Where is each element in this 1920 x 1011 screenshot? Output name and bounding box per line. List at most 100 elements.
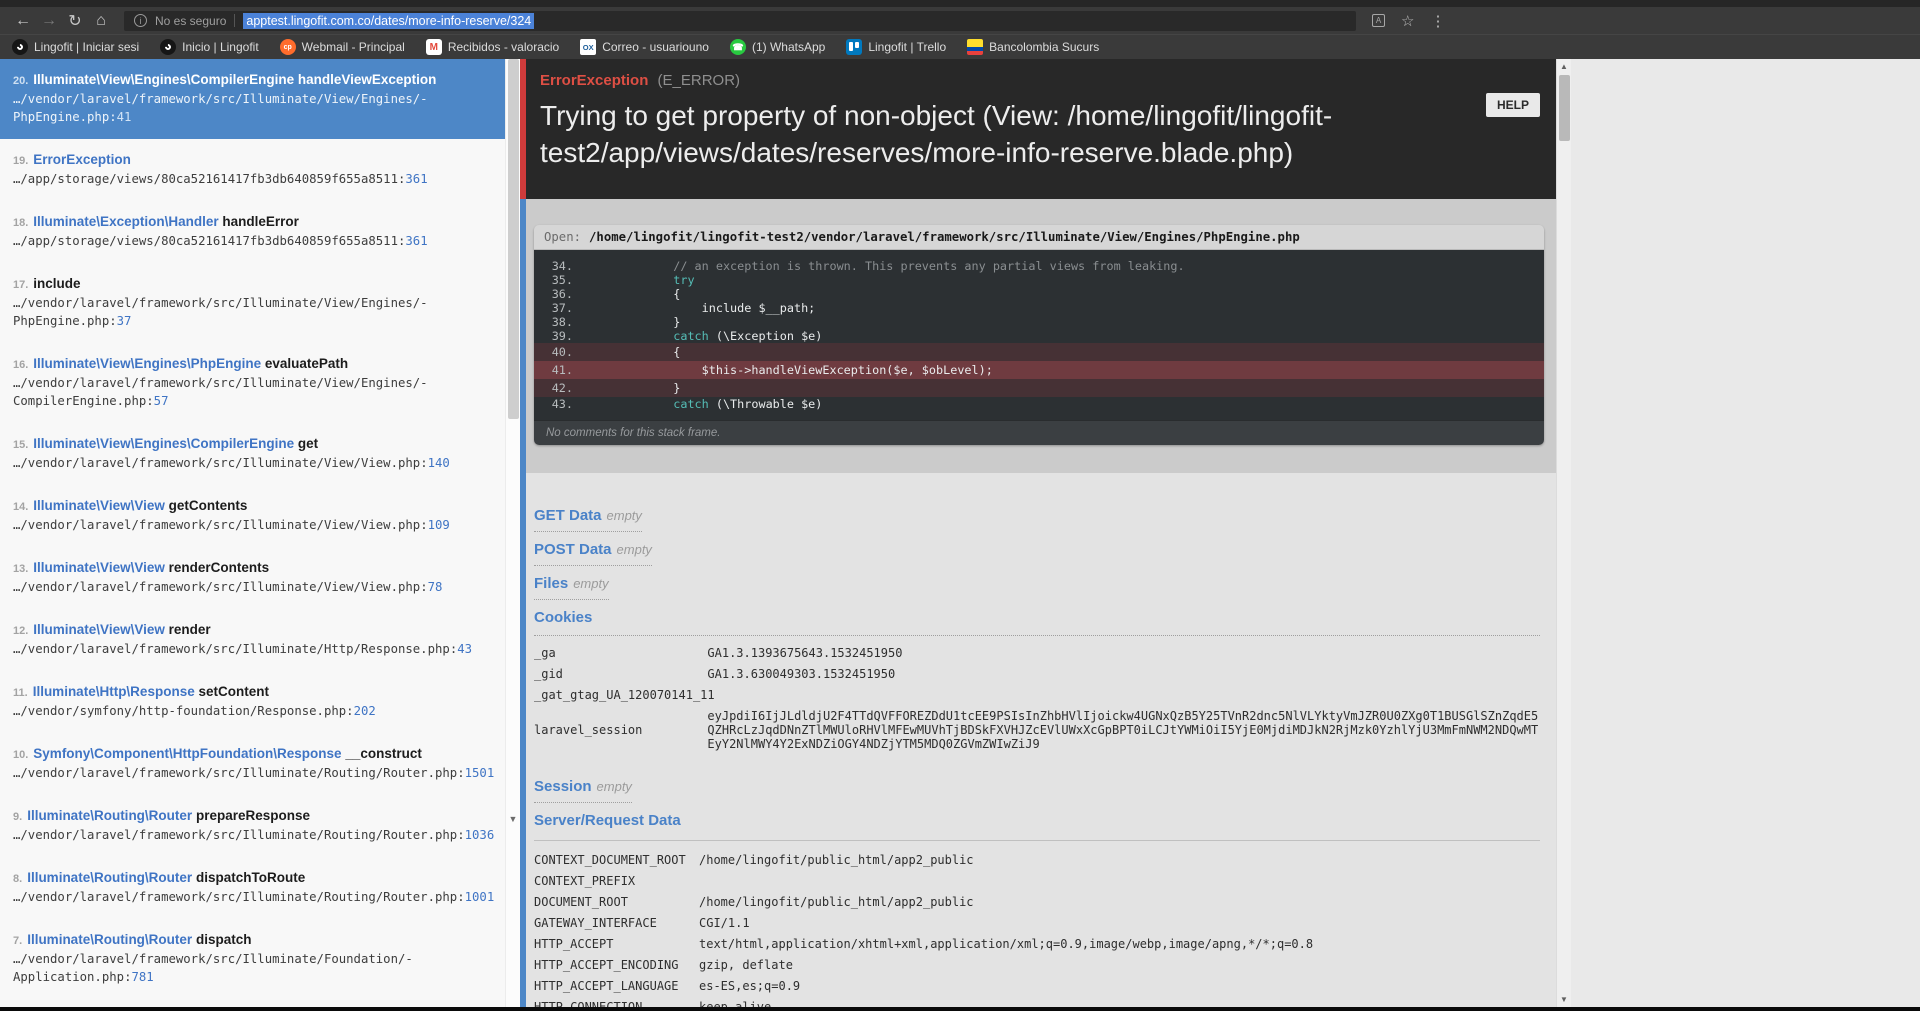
home-icon[interactable]: ⌂ (88, 12, 114, 30)
files-empty: empty (573, 576, 608, 591)
bookmark-item[interactable]: Lingofit | Trello (846, 39, 946, 55)
gmail-favicon: M (426, 39, 442, 55)
forward-icon[interactable]: → (36, 12, 62, 30)
code-container: Open:/home/lingofit/lingofit-test2/vendo… (534, 225, 1544, 445)
get-data-label: GET Data (534, 507, 602, 524)
main-scrollbar-thumb[interactable] (1559, 75, 1570, 141)
table-key: HTTP_ACCEPT_LANGUAGE (534, 975, 699, 996)
stack-frame[interactable]: 10.Symfony\Component\HttpFoundation\Resp… (0, 733, 505, 795)
stack-frame[interactable]: 20.Illuminate\View\Engines\CompilerEngin… (0, 59, 505, 139)
frame-path: …/vendor/laravel/framework/src/Illuminat… (13, 950, 499, 986)
table-value: /home/lingofit/public_html/app2_public (699, 891, 1540, 912)
cookies-section: Cookies _gaGA1.3.1393675643.1532451950_g… (534, 609, 1540, 754)
frame-path: …/app/storage/views/80ca52161417fb3db640… (13, 170, 499, 188)
frame-class: Illuminate\Http\Response (33, 684, 195, 699)
open-file-bar[interactable]: Open:/home/lingofit/lingofit-test2/vendo… (534, 225, 1544, 250)
stack-frame[interactable]: 12.Illuminate\View\View render…/vendor/l… (0, 609, 505, 671)
stack-frame[interactable]: 14.Illuminate\View\View getContents…/ven… (0, 485, 505, 547)
whatsapp-favicon: ☎ (730, 39, 746, 55)
frame-number: 7. (13, 935, 22, 947)
frame-line-number: 361 (405, 172, 427, 186)
code-line-number: 43. (534, 397, 588, 411)
server-request-section: Server/Request Data CONTEXT_DOCUMENT_ROO… (534, 812, 1540, 1007)
bookmark-star-icon[interactable]: ☆ (1401, 12, 1414, 30)
back-icon[interactable]: ← (10, 12, 36, 30)
stack-frame[interactable]: 11.Illuminate\Http\Response setContent…/… (0, 671, 505, 733)
translate-icon[interactable]: A (1372, 14, 1385, 27)
frame-function: __construct (345, 746, 422, 761)
frame-function: include (33, 276, 80, 291)
files-label: Files (534, 575, 568, 592)
exception-panel: ErrorException (E_ERROR) Trying to get p… (520, 59, 1556, 1007)
info-icon[interactable]: i (134, 14, 147, 27)
bookmarks-bar: Lingofit | Iniciar sesi Inicio | Lingofit… (0, 34, 1920, 59)
frame-title: 14.Illuminate\View\View getContents (13, 497, 499, 516)
sidebar-scroll-down-icon[interactable]: ▼ (506, 814, 520, 824)
cookie-row: _gat_gtag_UA_120070141_11 (534, 684, 1540, 705)
stack-frames-sidebar: 20.Illuminate\View\Engines\CompilerEngin… (0, 59, 520, 1007)
bookmark-item[interactable]: ☎(1) WhatsApp (730, 39, 825, 55)
reload-icon[interactable]: ↻ (62, 11, 88, 31)
bookmark-label: Lingofit | Iniciar sesi (34, 40, 139, 54)
table-key: HTTP_ACCEPT (534, 933, 699, 954)
help-button[interactable]: HELP (1486, 93, 1540, 117)
frame-class: Symfony\Component\HttpFoundation\Respons… (33, 746, 341, 761)
bookmark-item[interactable]: OXCorreo - usuariouno (580, 39, 709, 55)
frame-function: prepareResponse (196, 808, 310, 823)
frame-title: 11.Illuminate\Http\Response setContent (13, 683, 499, 702)
frame-line-number: 1501 (465, 766, 495, 780)
server-row: CONTEXT_PREFIX (534, 870, 1540, 891)
cookies-label: Cookies (534, 609, 1540, 626)
stack-frame[interactable]: 13.Illuminate\View\View renderContents…/… (0, 547, 505, 609)
code-line-number: 41. (534, 363, 588, 377)
table-key: laravel_session (534, 705, 707, 754)
code-line: 40. { (534, 343, 1544, 361)
sidebar-scrollbar-thumb[interactable] (508, 59, 519, 419)
bookmark-item[interactable]: MRecibidos - valoracio (426, 39, 559, 55)
sidebar-scrollbar[interactable]: ▼ (505, 59, 520, 1007)
frame-class: ErrorException (33, 152, 131, 167)
scroll-up-icon[interactable]: ▲ (1557, 59, 1571, 74)
stack-frame[interactable]: 6.Illuminate\Foundation\Application disp… (0, 999, 505, 1007)
files-section: Files empty (534, 575, 1540, 600)
code-line-text: catch (\Throwable $e) (588, 397, 822, 411)
cookies-divider (534, 635, 1540, 636)
code-line-text: $this->handleViewException($e, $obLevel)… (588, 363, 993, 377)
scroll-down-icon[interactable]: ▼ (1557, 992, 1571, 1007)
stack-frame[interactable]: 19.ErrorException…/app/storage/views/80c… (0, 139, 505, 201)
code-line-text: { (588, 287, 680, 301)
exception-class: ErrorException (540, 72, 648, 89)
browser-menu-icon[interactable]: ⋮ (1430, 12, 1445, 30)
frame-function: setContent (198, 684, 269, 699)
server-request-table: CONTEXT_DOCUMENT_ROOT/home/lingofit/publ… (534, 849, 1540, 1007)
stack-frame[interactable]: 7.Illuminate\Routing\Router dispatch…/ve… (0, 919, 505, 999)
address-bar[interactable]: i No es seguro apptest.lingofit.com.co/d… (124, 11, 1356, 31)
exception-type-line: ErrorException (E_ERROR) (540, 72, 1536, 89)
code-footer-note: No comments for this stack frame. (534, 420, 1544, 445)
main-scrollbar[interactable]: ▲ ▼ (1556, 59, 1571, 1007)
open-file-path[interactable]: /home/lingofit/lingofit-test2/vendor/lar… (589, 230, 1300, 244)
stack-frame[interactable]: 9.Illuminate\Routing\Router prepareRespo… (0, 795, 505, 857)
code-line-text: include $__path; (588, 301, 815, 315)
stack-frame[interactable]: 18.Illuminate\Exception\Handler handleEr… (0, 201, 505, 263)
table-value: 1 (707, 684, 1540, 705)
bottom-edge (0, 1007, 1920, 1011)
frame-path: …/vendor/symfony/http-foundation/Respons… (13, 702, 499, 720)
bookmark-item[interactable]: Lingofit | Iniciar sesi (12, 39, 139, 55)
frame-path: …/vendor/laravel/framework/src/Illuminat… (13, 578, 499, 596)
frame-title: 17.include (13, 275, 499, 294)
frame-line-number: 140 (428, 456, 450, 470)
table-value: CGI/1.1 (699, 912, 1540, 933)
code-line: 37. include $__path; (534, 301, 1544, 315)
frame-class: Illuminate\Exception\Handler (33, 214, 218, 229)
bookmark-item[interactable]: cpWebmail - Principal (280, 39, 405, 55)
bookmark-item[interactable]: Bancolombia Sucurs (967, 39, 1099, 55)
lingofit-favicon (160, 39, 176, 55)
stack-frame[interactable]: 16.Illuminate\View\Engines\PhpEngine eva… (0, 343, 505, 423)
url-text[interactable]: apptest.lingofit.com.co/dates/more-info-… (243, 13, 534, 29)
frame-function: handleError (222, 214, 299, 229)
stack-frame[interactable]: 8.Illuminate\Routing\Router dispatchToRo… (0, 857, 505, 919)
stack-frame[interactable]: 15.Illuminate\View\Engines\CompilerEngin… (0, 423, 505, 485)
bookmark-item[interactable]: Inicio | Lingofit (160, 39, 259, 55)
stack-frame[interactable]: 17.include…/vendor/laravel/framework/src… (0, 263, 505, 343)
